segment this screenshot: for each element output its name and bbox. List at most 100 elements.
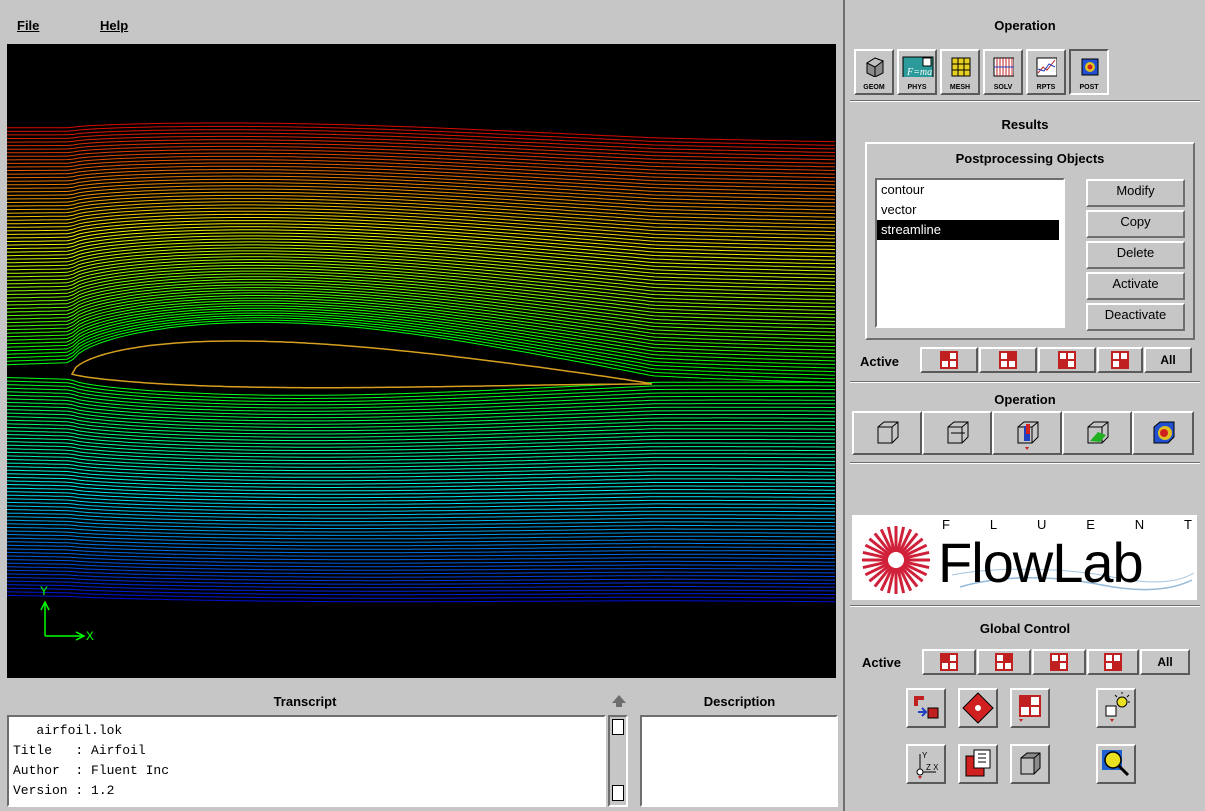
viewport-quad-icon [995,653,1013,671]
global-viewport-1-button[interactable] [922,649,976,675]
zoom-button[interactable] [1096,744,1136,784]
transcript-line: Title : Airfoil [13,743,146,758]
scroll-up-icon[interactable] [610,692,628,710]
menu-bar: File Help [0,0,843,44]
transform-arrows-icon [914,696,939,719]
fit-view-button[interactable] [958,688,998,728]
global-all-button[interactable]: All [1140,649,1190,675]
modify-button[interactable]: Modify [1086,179,1185,207]
phys-button[interactable]: F=ma PHYS [897,49,937,95]
streamline [7,434,836,448]
viewport-quad-icon [1111,351,1129,369]
cube-plane-icon [947,421,969,444]
cube-slice-icon [1017,421,1039,450]
light-button[interactable] [1096,688,1136,728]
global-viewport-2-button[interactable] [977,649,1031,675]
light-bulb-icon [1105,692,1130,722]
streamline-plot [7,122,836,603]
bounding-box-button[interactable] [852,411,922,455]
copy-button[interactable]: Copy [1086,210,1185,238]
mesh-icon [951,57,971,77]
colormap-button[interactable] [958,744,998,784]
vector-cut-button[interactable] [992,411,1062,455]
transform-button[interactable] [906,688,946,728]
viewport-quad-icon [1058,351,1076,369]
viewport-4-button[interactable] [1097,347,1143,373]
operation-title: Operation [994,18,1056,33]
wireframe-cube-icon [877,421,899,444]
transcript-line: airfoil.lok [13,723,123,738]
streamline [7,125,836,146]
streamline [7,122,836,143]
plane-button[interactable] [922,411,992,455]
viewport-quad-icon [999,351,1017,369]
list-item[interactable]: contour [877,180,1063,200]
description-title: Description [703,694,776,709]
transcript-panel: Transcript airfoil.lok Title : Airfoil A… [0,684,632,811]
postprocessing-list[interactable]: contour vector streamline [875,178,1065,328]
cube-surface-icon [1087,421,1109,444]
fit-view-icon [962,692,994,724]
solver-icon [993,57,1014,77]
shading-button[interactable] [1010,744,1050,784]
activate-button[interactable]: Activate [1086,272,1185,300]
viewport-quad-icon [1050,653,1068,671]
solv-button[interactable]: SOLV [983,49,1023,95]
active-label: Active [860,354,900,369]
list-item-selected[interactable]: streamline [877,220,1059,240]
airfoil-outline [70,340,653,389]
all-button[interactable]: All [1144,347,1192,373]
fluent-flowlab-logo: FLUENT FlowLab [852,515,1197,600]
axes-button[interactable]: Y Z X [906,744,946,784]
reports-icon [1036,57,1057,77]
svg-text:Z X: Z X [926,763,939,772]
deactivate-button[interactable]: Deactivate [1086,303,1185,331]
results-title: Results [1001,117,1049,132]
transcript-scrollbar[interactable] [608,715,628,807]
colormap-icon [965,749,991,777]
viewport-3-button[interactable] [1038,347,1096,373]
geometry-icon [865,57,885,77]
global-control-title: Global Control [979,621,1071,636]
physics-icon: F=ma [902,56,934,77]
transcript-line: Version : 1.2 [13,783,115,798]
viewport-quad-icon [940,653,958,671]
svg-text:Y: Y [922,751,928,760]
surface-button[interactable] [1062,411,1132,455]
geom-button[interactable]: GEOM [854,49,894,95]
global-viewport-3-button[interactable] [1032,649,1086,675]
magnifier-icon [1102,750,1130,777]
streamline [7,264,836,304]
viewport-2-button[interactable] [979,347,1037,373]
rpts-button[interactable]: RPTS [1026,49,1066,95]
viewport-quad-icon [940,351,958,369]
delete-button[interactable]: Delete [1086,241,1185,269]
global-viewport-4-button[interactable] [1087,649,1139,675]
graphics-viewport[interactable]: Y X [7,44,836,678]
mesh-button[interactable]: MESH [940,49,980,95]
layout-quad-icon [1019,695,1041,722]
help-menu[interactable]: Help [100,18,128,33]
flowlab-name: FlowLab [938,531,1144,594]
postprocessing-icon [1081,58,1099,76]
description-text[interactable] [640,715,838,807]
transcript-title: Transcript [273,694,337,709]
contour-render-button[interactable] [1132,411,1194,455]
shaded-cube-icon [1020,752,1041,775]
file-menu[interactable]: File [17,18,39,33]
layout-button[interactable] [1010,688,1050,728]
xyz-axes-icon: Y Z X [916,751,939,779]
viewport-quad-icon [1104,653,1122,671]
viewport-1-button[interactable] [920,347,978,373]
operation2-title: Operation [994,392,1056,407]
transcript-text[interactable]: airfoil.lok Title : Airfoil Author : Flu… [7,715,606,807]
post-button[interactable]: POST [1069,49,1109,95]
global-active-label: Active [862,655,902,670]
fluent-letters: FLUENT [942,517,1192,532]
description-panel: Description [636,684,843,811]
postprocessing-title: Postprocessing Objects [955,151,1105,166]
colored-cube-icon [1153,421,1175,444]
transcript-line: Author : Fluent Inc [13,763,170,778]
svg-text:F=ma: F=ma [906,67,932,77]
list-item[interactable]: vector [877,200,1063,220]
